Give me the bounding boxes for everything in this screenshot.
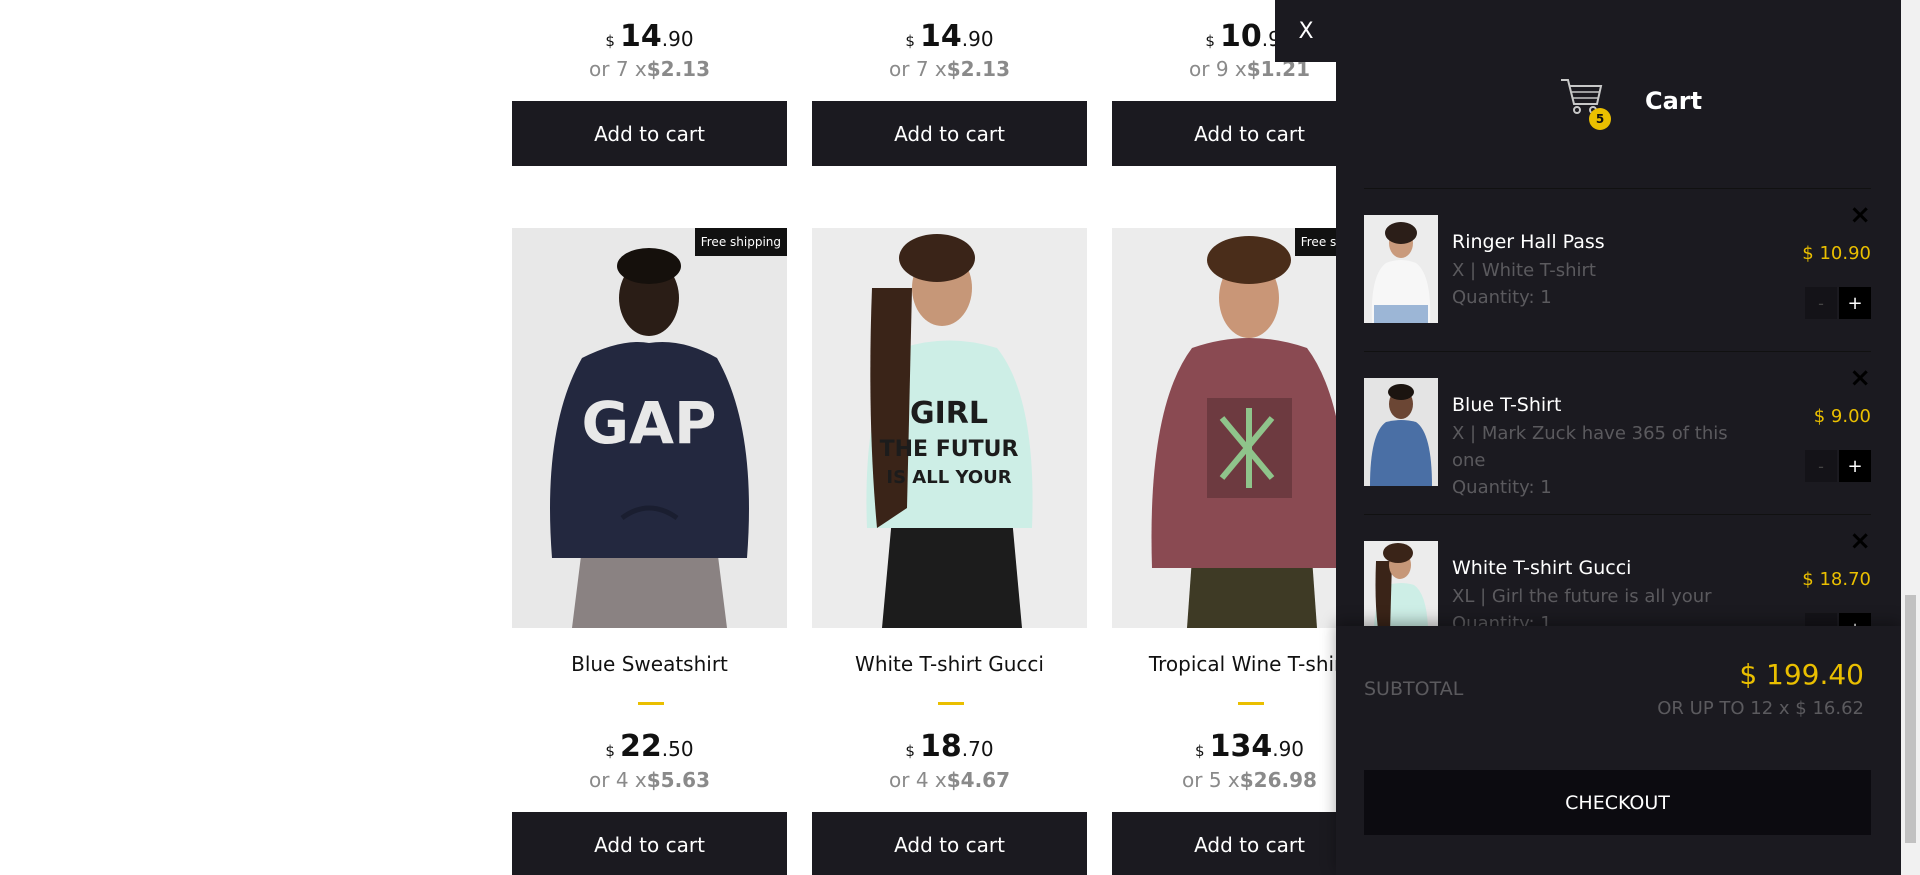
- product-price: $ 14.90: [605, 19, 694, 54]
- cart-item-name: Ringer Hall Pass: [1452, 231, 1605, 253]
- cart-title: Cart: [1645, 87, 1703, 115]
- add-to-cart-button[interactable]: Add to cart: [812, 812, 1087, 875]
- svg-text:GIRL: GIRL: [910, 396, 988, 431]
- product-price: $ 18.70: [905, 729, 994, 764]
- title-divider: [1238, 702, 1264, 705]
- add-to-cart-button[interactable]: Add to cart: [512, 101, 787, 166]
- cart-item-price: $ 10.90: [1802, 243, 1871, 264]
- title-divider: [638, 702, 664, 705]
- store-page: $ 14.90 or 7 x$2.13 Add to cart $ 14.90 …: [0, 0, 1920, 875]
- svg-text:GAP: GAP: [581, 389, 716, 457]
- product-image[interactable]: GAP Free shipping: [512, 228, 787, 628]
- cart-item-thumbnail: [1364, 378, 1438, 486]
- page-scrollbar[interactable]: [1901, 0, 1920, 875]
- cart-footer: SUBTOTAL $ 199.40 OR UP TO 12 x $ 16.62 …: [1336, 626, 1901, 875]
- cart-item-thumbnail: [1364, 215, 1438, 323]
- cart-item: × Ringer Hall Pass X | White T-shirt Qua…: [1364, 188, 1871, 352]
- cart-item: × Blue T-Shirt X | Mark Zuck have 365 of…: [1364, 351, 1871, 515]
- cart-header: 5 Cart: [1559, 76, 1703, 130]
- subtotal-installments: OR UP TO 12 x $ 16.62: [1657, 698, 1864, 719]
- remove-item-icon[interactable]: ×: [1849, 528, 1871, 554]
- product-image[interactable]: GIRL THE FUTUR IS ALL YOUR: [812, 228, 1087, 628]
- free-shipping-badge: Free shipping: [694, 228, 787, 256]
- cart-item-description: X | White T-shirt Quantity: 1: [1452, 260, 1596, 308]
- product-installments: or 7 x$2.13: [589, 57, 710, 81]
- svg-text:THE FUTUR: THE FUTUR: [880, 437, 1019, 462]
- title-divider: [938, 702, 964, 705]
- product-installments: or 7 x$2.13: [889, 57, 1010, 81]
- decrease-quantity-button[interactable]: -: [1805, 287, 1837, 319]
- cart-item-description: X | Mark Zuck have 365 of this one Quant…: [1452, 423, 1728, 498]
- remove-item-icon[interactable]: ×: [1849, 202, 1871, 228]
- checkout-button[interactable]: CHECKOUT: [1364, 770, 1871, 835]
- product-installments: or 4 x$4.67: [889, 768, 1010, 792]
- subtotal-label: SUBTOTAL: [1364, 678, 1464, 700]
- cart-item-thumbnail: [1364, 541, 1438, 626]
- increase-quantity-button[interactable]: +: [1839, 287, 1871, 319]
- cart-icon: 5: [1559, 76, 1611, 130]
- decrease-quantity-button[interactable]: -: [1805, 613, 1837, 626]
- cart-item: × White T-shirt Gucci XL | Girl the futu…: [1364, 514, 1871, 626]
- subtotal-value: $ 199.40: [1739, 658, 1864, 691]
- person-tshirt-illustration: GIRL THE FUTUR IS ALL YOUR: [812, 228, 1087, 628]
- close-cart-button[interactable]: X: [1275, 0, 1337, 62]
- remove-item-icon[interactable]: ×: [1849, 365, 1871, 391]
- product-title: White T-shirt Gucci: [855, 652, 1044, 676]
- product-card[interactable]: GAP Free shipping Blue Sweatshirt $ 22.5…: [512, 228, 787, 875]
- product-title: Blue Sweatshirt: [571, 652, 728, 676]
- cart-item-name: White T-shirt Gucci: [1452, 557, 1632, 579]
- cart-item-name: Blue T-Shirt: [1452, 394, 1562, 416]
- product-price: $ 14.90: [905, 19, 994, 54]
- increase-quantity-button[interactable]: +: [1839, 613, 1871, 626]
- decrease-quantity-button[interactable]: -: [1805, 450, 1837, 482]
- cart-item-description: XL | Girl the future is all your Quantit…: [1452, 586, 1712, 626]
- cart-item-list[interactable]: × Ringer Hall Pass X | White T-shirt Qua…: [1336, 188, 1901, 626]
- product-price: $ 22.50: [605, 729, 694, 764]
- increase-quantity-button[interactable]: +: [1839, 450, 1871, 482]
- product-installments: or 4 x$5.63: [589, 768, 710, 792]
- add-to-cart-button[interactable]: Add to cart: [512, 812, 787, 875]
- svg-text:IS ALL YOUR: IS ALL YOUR: [886, 467, 1011, 488]
- scrollbar-thumb[interactable]: [1905, 595, 1916, 843]
- cart-panel: 5 Cart × Ringer Hall Pass X | White T-sh…: [1336, 0, 1901, 875]
- add-to-cart-button[interactable]: Add to cart: [812, 101, 1087, 166]
- cart-item-price: $ 18.70: [1802, 569, 1871, 590]
- cart-count-badge: 5: [1589, 108, 1611, 130]
- person-hoodie-illustration: GAP: [512, 228, 787, 628]
- product-card[interactable]: GIRL THE FUTUR IS ALL YOUR White T-shirt…: [812, 228, 1087, 875]
- cart-item-price: $ 9.00: [1813, 406, 1871, 427]
